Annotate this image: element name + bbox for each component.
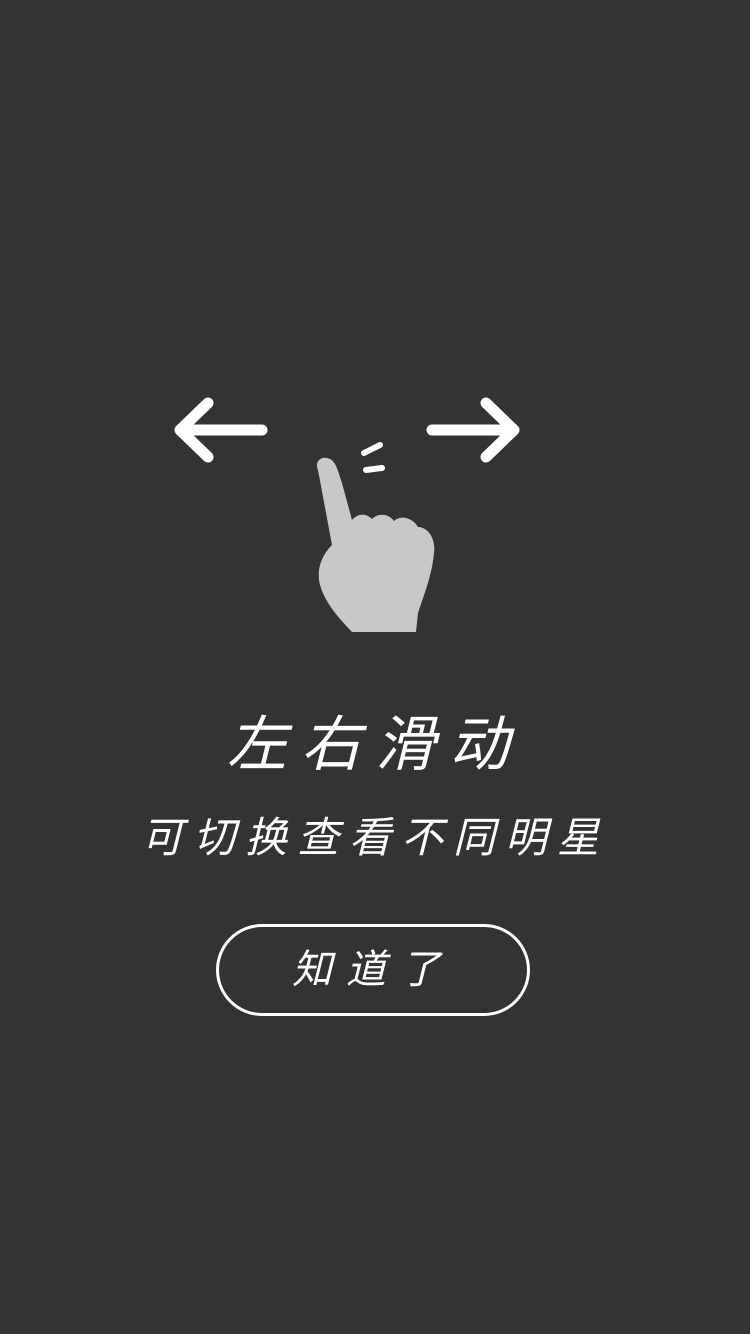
swipe-guide-overlay: 左右滑动 可切换查看不同明星 知道了 [0, 0, 750, 1334]
confirm-button[interactable]: 知道了 [216, 924, 530, 1016]
arrow-left-icon [174, 397, 268, 463]
page-title: 左右滑动 [227, 710, 523, 780]
swipe-hand-icon [316, 442, 435, 632]
page-subtitle: 可切换查看不同明星 [140, 813, 609, 862]
